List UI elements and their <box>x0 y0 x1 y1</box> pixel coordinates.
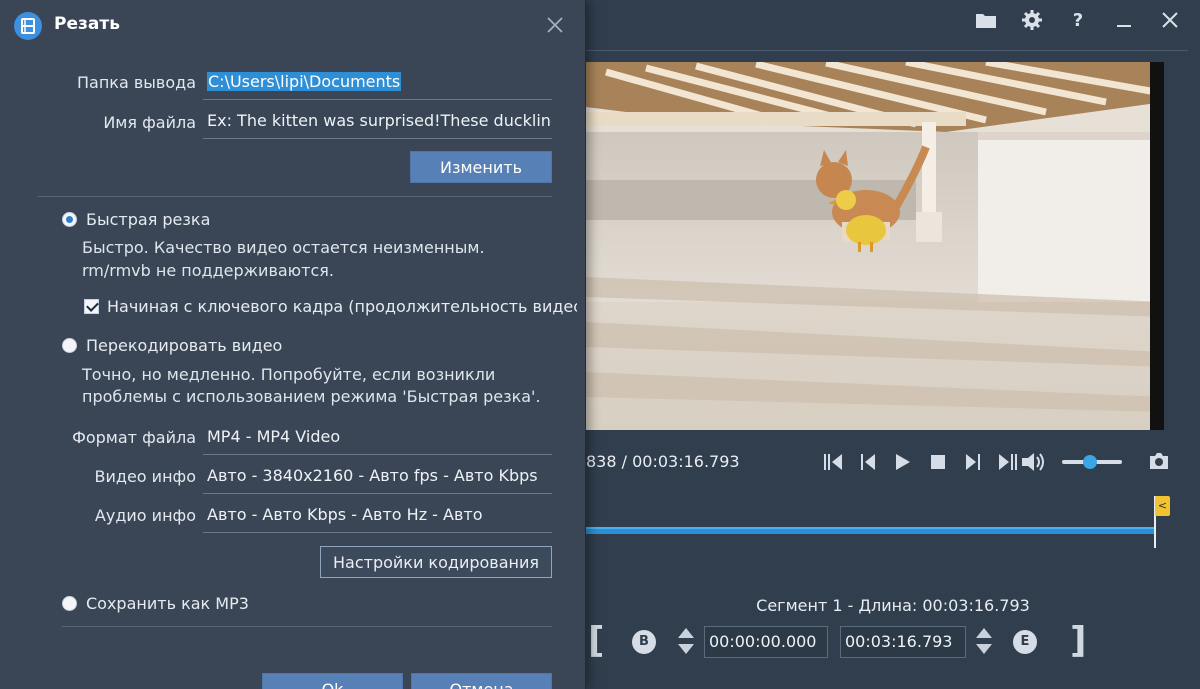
reencode-description-line1: Точно, но медленно. Попробуйте, если воз… <box>82 365 496 384</box>
output-folder-label: Папка вывода <box>77 73 196 92</box>
close-icon[interactable] <box>1158 8 1182 32</box>
file-format-label: Формат файла <box>72 428 196 447</box>
camera-icon[interactable] <box>1148 451 1170 473</box>
end-time-stepper[interactable] <box>974 626 994 656</box>
save-mp3-label[interactable]: Сохранить как MP3 <box>86 594 249 613</box>
stop-icon[interactable] <box>927 450 949 474</box>
reencode-label[interactable]: Перекодировать видео <box>86 336 282 355</box>
app-icon <box>14 12 42 40</box>
video-frame-image <box>586 62 1164 430</box>
end-marker-button[interactable]: E <box>1013 630 1037 654</box>
timeline-flag[interactable]: < <box>1155 496 1170 516</box>
begin-bracket-button[interactable]: [ <box>588 622 604 660</box>
begin-marker-button[interactable]: B <box>632 630 656 654</box>
video-info-field[interactable]: Авто - 3840x2160 - Авто fps - Авто Kbps <box>203 460 552 494</box>
skip-forward-icon[interactable] <box>997 450 1019 474</box>
time-readout: 838 / 00:03:16.793 <box>586 452 740 471</box>
dialog-title: Резать <box>54 14 120 34</box>
step-back-icon[interactable] <box>857 450 879 474</box>
keyframe-label[interactable]: Начиная с ключевого кадра (продолжительн… <box>107 297 577 316</box>
cancel-button[interactable]: Отмена <box>411 673 552 689</box>
fast-cut-description-line1: Быстро. Качество видео остается неизменн… <box>82 238 485 257</box>
bottom-divider <box>62 626 552 627</box>
toolbar-divider <box>586 50 1188 51</box>
end-bracket-button[interactable]: ] <box>1070 622 1086 660</box>
segment-start-field[interactable]: 00:00:00.000 <box>704 626 828 658</box>
video-info-label: Видео инфо <box>94 467 196 486</box>
begin-time-stepper[interactable] <box>676 626 696 656</box>
volume-slider-handle[interactable] <box>1083 455 1097 469</box>
audio-info-field[interactable]: Авто - Авто Kbps - Авто Hz - Авто <box>203 499 552 533</box>
transport-controls <box>822 450 1019 474</box>
segment-end-field[interactable]: 00:03:16.793 <box>840 626 966 658</box>
video-preview[interactable] <box>586 62 1164 430</box>
keyframe-checkbox[interactable] <box>84 299 99 314</box>
skip-back-icon[interactable] <box>822 450 844 474</box>
volume-icon[interactable] <box>1020 450 1046 474</box>
gear-icon[interactable] <box>1020 8 1044 32</box>
fast-cut-label[interactable]: Быстрая резка <box>86 210 210 229</box>
encoding-settings-button[interactable]: Настройки кодирования <box>320 546 552 578</box>
folder-icon[interactable] <box>974 8 998 32</box>
fast-cut-description-line2: rm/rmvb не поддерживаются. <box>82 261 334 280</box>
step-forward-icon[interactable] <box>962 450 984 474</box>
output-folder-field[interactable]: C:\Users\lipi\Documents <box>203 66 552 100</box>
fast-cut-radio[interactable] <box>62 212 77 227</box>
minimize-icon[interactable] <box>1112 8 1136 32</box>
file-name-label: Имя файла <box>103 113 196 132</box>
audio-info-label: Аудио инфо <box>94 506 196 525</box>
dialog-close-icon[interactable] <box>542 12 568 38</box>
cut-dialog: Резать Папка вывода C:\Users\lipi\Docume… <box>0 0 586 689</box>
save-mp3-radio[interactable] <box>62 596 77 611</box>
change-button[interactable]: Изменить <box>410 151 552 183</box>
top-toolbar: ? <box>974 8 1182 32</box>
segment-controls: [ B 00:00:00.000 00:03:16.793 E ] <box>586 622 1200 662</box>
segment-label: Сегмент 1 - Длина: 00:03:16.793 <box>756 596 1030 615</box>
output-folder-value: C:\Users\lipi\Documents <box>207 72 402 91</box>
reencode-radio[interactable] <box>62 338 77 353</box>
timeline-track[interactable] <box>586 527 1156 534</box>
file-format-field[interactable]: MP4 - MP4 Video <box>203 421 552 455</box>
ok-button[interactable]: Ok <box>262 673 403 689</box>
section-divider <box>38 196 552 197</box>
play-icon[interactable] <box>892 450 914 474</box>
help-icon[interactable]: ? <box>1066 8 1090 32</box>
video-letterbox <box>1150 62 1164 430</box>
reencode-description-line2: проблемы с использованием режима 'Быстра… <box>82 387 541 406</box>
file-name-field[interactable]: Ex: The kitten was surprised!These duckl… <box>203 105 552 139</box>
